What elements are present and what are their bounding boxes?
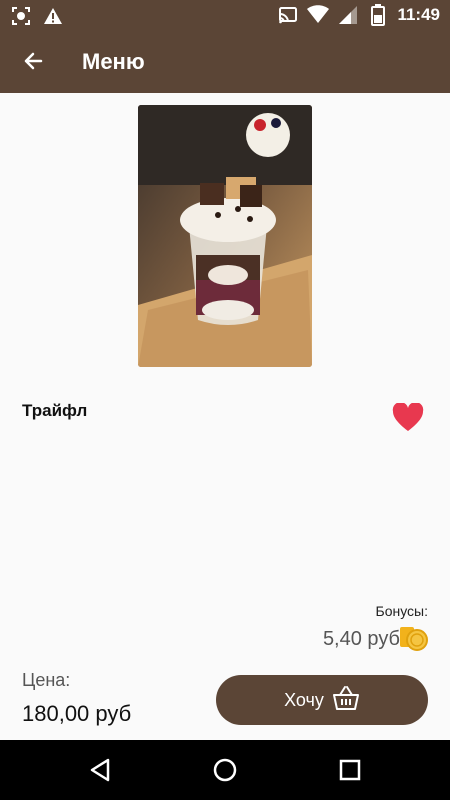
recents-square-icon [336,759,364,788]
home-circle-icon [211,758,239,788]
product-name: Трайфл [22,401,88,420]
page-title: Меню [82,49,145,74]
arrow-left-icon [21,49,45,78]
nav-recents-button[interactable] [336,756,364,784]
status-time: 11:49 [397,5,440,24]
bonus-label: Бонусы: [375,603,429,619]
screenshot-icon [10,5,32,27]
nav-back-button[interactable] [86,756,114,784]
cast-icon [277,4,299,26]
signal-icon [337,4,359,26]
app-toolbar: Меню [0,32,450,93]
heart-icon [392,402,424,437]
system-nav-bar [0,740,450,800]
product-detail: Трайфл Бонусы: 5,40 руб Цена: 180,00 руб… [0,93,450,740]
status-bar: 11:49 [0,0,450,32]
bonus-value: 5,40 руб [322,628,400,650]
price-label: Цена: [22,670,71,690]
coin-icon [398,623,428,653]
basket-icon [332,685,360,716]
want-button-label: Хочу [284,689,324,710]
wifi-icon [307,4,330,26]
nav-home-button[interactable] [211,756,239,784]
product-image [138,105,312,367]
back-triangle-icon [86,758,114,788]
price-value: 180,00 руб [22,701,132,726]
warning-icon [42,5,64,27]
favorite-button[interactable] [392,402,426,437]
want-button[interactable]: Хочу [216,675,428,725]
back-button[interactable] [16,46,50,80]
battery-icon [367,4,389,26]
